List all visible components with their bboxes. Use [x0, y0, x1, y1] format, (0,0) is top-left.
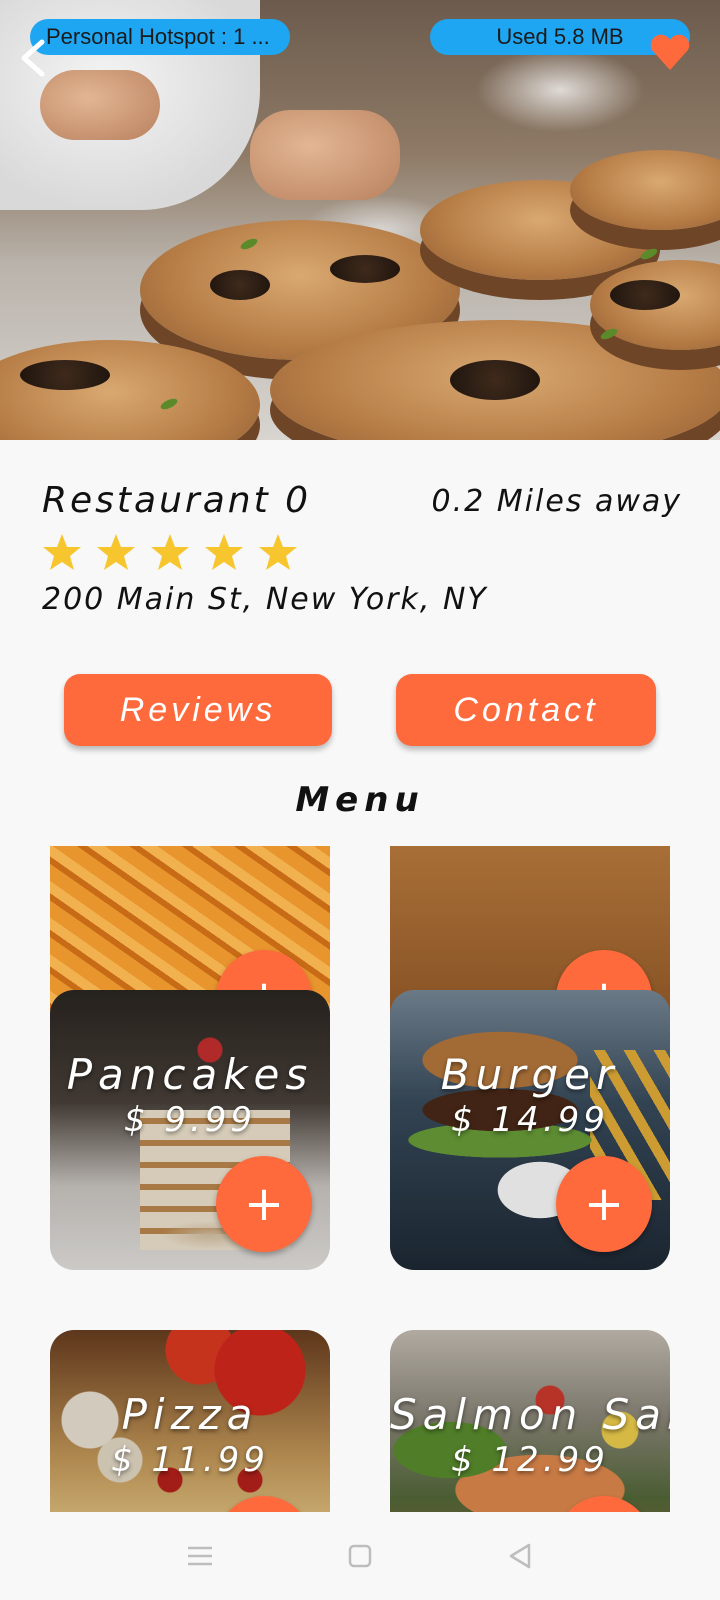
plus-icon: +: [583, 1176, 625, 1232]
square-icon[interactable]: [343, 1539, 377, 1573]
restaurant-name: Restaurant 0: [42, 480, 312, 521]
menu-item-name: Pizza: [121, 1390, 259, 1439]
food-garnish: [330, 255, 400, 283]
star-icon: [151, 534, 189, 570]
menu-item-card[interactable]: Pancakes $ 9.99 +: [50, 990, 330, 1270]
plus-icon: +: [243, 1176, 285, 1232]
star-icon: [43, 534, 81, 570]
back-button[interactable]: [14, 38, 54, 78]
contact-button[interactable]: Contact: [396, 674, 656, 746]
add-to-cart-button[interactable]: +: [556, 1156, 652, 1252]
wood-board: [0, 340, 260, 440]
rating-stars: [42, 532, 298, 572]
star-icon: [259, 534, 297, 570]
menu-item-price: $ 9.99: [123, 1100, 257, 1140]
hero-image: [0, 0, 720, 440]
menu-item-name: Burger: [440, 1050, 620, 1099]
chevron-left-icon: [21, 39, 45, 77]
triangle-back-icon[interactable]: [503, 1539, 537, 1573]
menu-item-price: $ 11.99: [111, 1440, 269, 1480]
food-garnish: [610, 280, 680, 310]
menu-item-price: $ 14.99: [451, 1100, 609, 1140]
menu-grid[interactable]: + + Pancakes $ 9.99 + Burger $ 14.99 + P…: [0, 846, 720, 1512]
hamburger-icon[interactable]: [183, 1539, 217, 1573]
restaurant-distance: 0.2 Miles away: [431, 484, 682, 519]
star-icon: [205, 534, 243, 570]
menu-item-card[interactable]: Burger $ 14.99 +: [390, 990, 670, 1270]
add-to-cart-button[interactable]: +: [216, 1156, 312, 1252]
menu-item-price: $ 12.99: [451, 1440, 609, 1480]
menu-item-card[interactable]: Pizza $ 11.99 +: [50, 1330, 330, 1512]
menu-item-name: Pancakes: [66, 1050, 314, 1099]
chef-hand-right: [250, 110, 400, 200]
menu-item-name: Salmon Salad: [390, 1390, 670, 1439]
system-nav-bar: [0, 1512, 720, 1600]
food-garnish: [450, 360, 540, 400]
reviews-button[interactable]: Reviews: [64, 674, 332, 746]
menu-item-card[interactable]: Salmon Salad $ 12.99 +: [390, 1330, 670, 1512]
food-garnish: [20, 360, 110, 390]
menu-title: Menu: [295, 780, 425, 820]
restaurant-address: 200 Main St, New York, NY: [42, 582, 488, 617]
favorite-button[interactable]: [648, 30, 692, 74]
heart-icon: [650, 34, 690, 70]
hotspot-status-pill[interactable]: Personal Hotspot : 1 ...: [30, 19, 290, 55]
food-garnish: [210, 270, 270, 300]
star-icon: [97, 534, 135, 570]
chef-hand-left: [40, 70, 160, 140]
